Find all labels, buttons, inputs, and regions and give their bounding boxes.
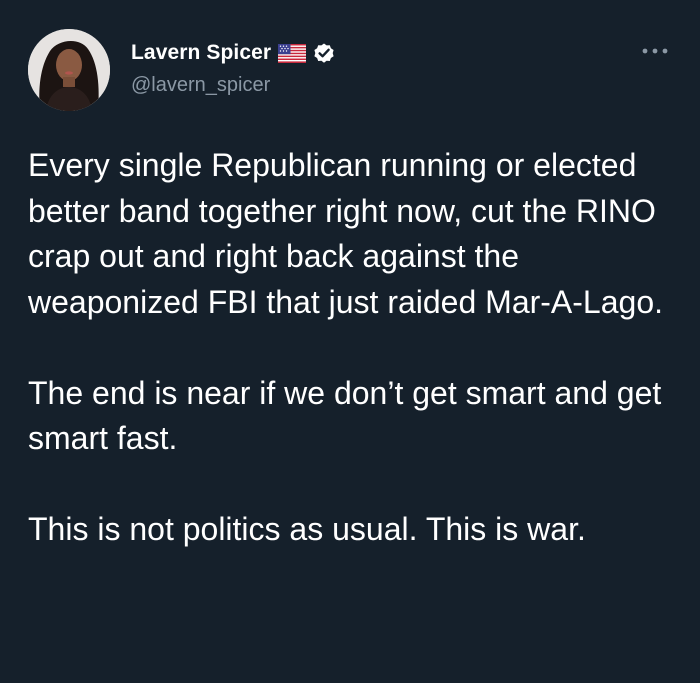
verified-badge-icon	[312, 41, 336, 65]
tweet-card: Lavern Spicer @lavern_spicer Every singl…	[0, 0, 700, 683]
more-options-button[interactable]	[633, 36, 677, 64]
us-flag-icon	[278, 43, 307, 63]
tweet-text: Every single Republican running or elect…	[28, 143, 678, 553]
avatar[interactable]	[28, 29, 110, 111]
tweet-paragraph: The end is near if we don’t get smart an…	[28, 374, 662, 457]
more-options-icon	[642, 41, 668, 59]
display-name[interactable]: Lavern Spicer	[131, 41, 271, 65]
tweet-paragraph: Every single Republican running or elect…	[28, 147, 663, 320]
author-handle[interactable]: @lavern_spicer	[131, 74, 270, 97]
tweet-paragraph: This is not politics as usual. This is w…	[28, 511, 586, 547]
author-name-row: Lavern Spicer	[131, 38, 336, 68]
